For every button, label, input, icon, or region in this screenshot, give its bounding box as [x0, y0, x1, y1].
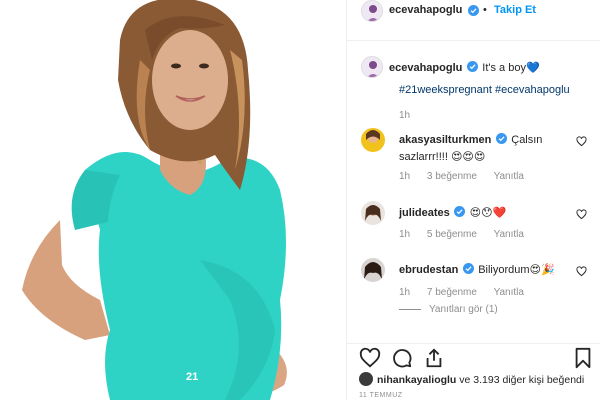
caption-avatar[interactable] — [361, 56, 383, 78]
likes-rest[interactable]: ve 3.193 diğer kişi beğendi — [459, 374, 584, 386]
post-photo[interactable]: 21 — [0, 0, 346, 400]
shirt-logo: 21 — [186, 371, 198, 383]
caption-time: 1h — [399, 110, 411, 121]
comment-likes[interactable]: 7 beğenme — [427, 287, 477, 298]
post-side-panel: ecevahapoglu • Takip Et ecevahapoglu It'… — [346, 0, 600, 400]
comment-bubble-icon[interactable] — [391, 347, 413, 369]
like-heart-icon[interactable] — [359, 347, 381, 369]
comment-likes[interactable]: 5 beğenme — [427, 229, 477, 240]
caption-username[interactable]: ecevahapoglu — [389, 62, 462, 74]
comment-likes[interactable]: 3 beğenme — [427, 171, 477, 182]
header-separator: • — [483, 4, 487, 16]
reply-button[interactable]: Yanıtla — [494, 287, 524, 298]
caption-emoji: 💙 — [525, 62, 540, 74]
author-avatar[interactable] — [361, 0, 383, 22]
comment-meta: 1h 7 beğenme Yanıtla — [399, 287, 538, 298]
like-comment-heart-icon[interactable] — [576, 209, 587, 220]
verified-badge-icon — [454, 206, 466, 217]
comment-time: 1h — [399, 229, 411, 240]
comment-username[interactable]: akasyasilturkmen — [399, 134, 491, 146]
comment-text: 😍😯❤️ — [469, 207, 507, 219]
post-header: ecevahapoglu • Takip Et — [347, 0, 600, 41]
comment-text: Biliyordum😍🎉 — [478, 264, 555, 276]
commenter-avatar[interactable] — [361, 128, 385, 152]
view-replies-label[interactable]: Yanıtları gör (1) — [429, 304, 498, 315]
verified-badge-icon — [462, 263, 474, 274]
verified-badge-icon — [466, 61, 478, 72]
post-image: 21 — [0, 0, 346, 400]
comment-username[interactable]: julideates — [399, 207, 450, 219]
like-comment-heart-icon[interactable] — [576, 266, 587, 277]
like-comment-heart-icon[interactable] — [576, 136, 587, 147]
comment-meta: 1h 3 beğenme Yanıtla — [399, 171, 538, 182]
comment-time: 1h — [399, 287, 411, 298]
commenter-avatar[interactable] — [361, 201, 385, 225]
liker-avatar — [359, 372, 373, 386]
verified-badge-icon — [468, 5, 479, 16]
save-bookmark-icon[interactable] — [573, 347, 593, 369]
commenter-avatar[interactable] — [361, 258, 385, 282]
caption-hashtags[interactable]: #21weekspregnant #ecevahapoglu — [399, 84, 570, 96]
replies-divider — [399, 308, 421, 310]
share-icon[interactable] — [423, 347, 445, 369]
verified-badge-icon — [495, 133, 507, 144]
comment-time: 1h — [399, 171, 411, 182]
caption-text: It's a boy — [482, 62, 526, 74]
view-replies-button[interactable]: Yanıtları gör (1) — [399, 304, 512, 315]
comment-meta: 1h 5 beğenme Yanıtla — [399, 229, 538, 240]
follow-button[interactable]: Takip Et — [494, 4, 536, 16]
reply-button[interactable]: Yanıtla — [494, 171, 524, 182]
post-date: 11 TEMMUZ — [359, 392, 403, 399]
post-actions-bar — [347, 343, 600, 372]
reply-button[interactable]: Yanıtla — [494, 229, 524, 240]
liked-by-summary[interactable]: nihankayalioglu ve 3.193 diğer kişi beğe… — [359, 372, 584, 386]
liker-username[interactable]: nihankayalioglu — [377, 374, 456, 386]
author-username[interactable]: ecevahapoglu — [389, 4, 462, 16]
comment-username[interactable]: ebrudestan — [399, 264, 458, 276]
